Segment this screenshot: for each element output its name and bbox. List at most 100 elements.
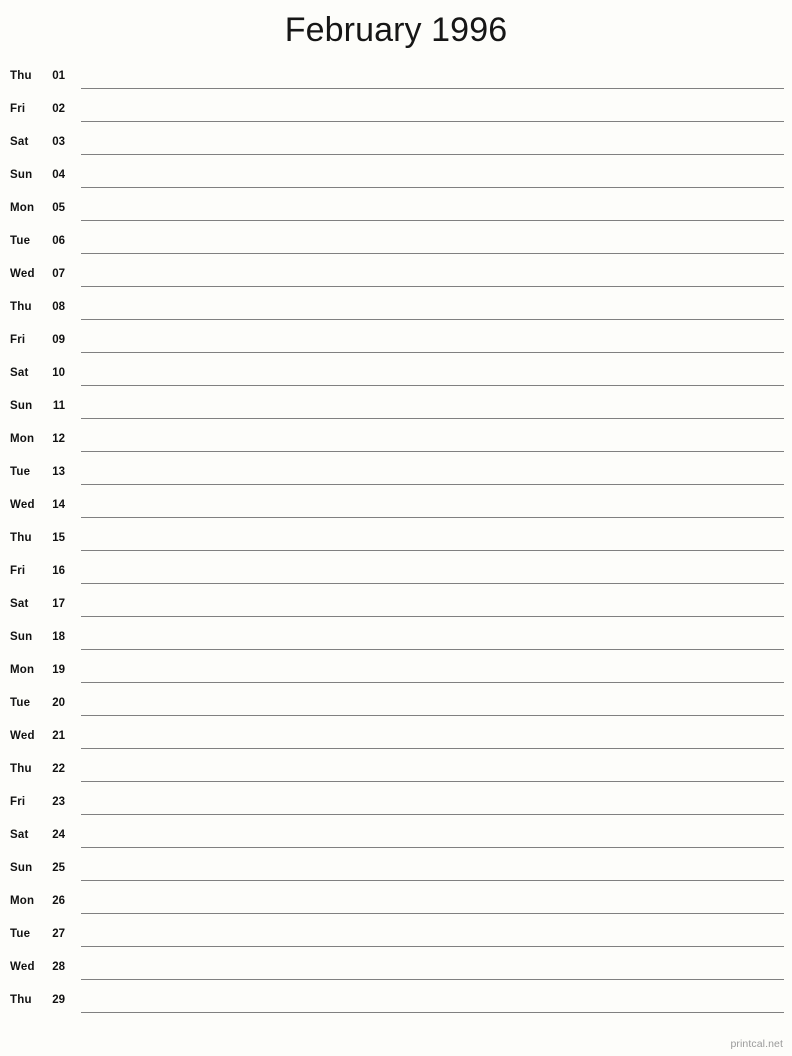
date-number: 08 xyxy=(52,301,65,313)
day-row: Sun 25 xyxy=(0,853,792,886)
day-row: Thu 01 xyxy=(0,61,792,94)
writing-rule-line xyxy=(81,847,784,848)
weekday-label: Thu xyxy=(10,301,32,313)
weekday-label: Mon xyxy=(10,664,35,676)
date-number: 11 xyxy=(52,400,65,412)
writing-rule-line xyxy=(81,682,784,683)
writing-rule-line xyxy=(81,1012,784,1013)
calendar-page: February 1996 Thu 01 Fri 02 Sat 03 Sun 04 Mon 05 T… xyxy=(0,0,792,1056)
weekday-label: Mon xyxy=(10,895,35,907)
weekday-label: Wed xyxy=(10,268,35,280)
date-number: 02 xyxy=(52,103,65,115)
date-number: 20 xyxy=(52,697,65,709)
writing-rule-line xyxy=(81,451,784,452)
date-number: 13 xyxy=(52,466,65,478)
writing-rule-line xyxy=(81,253,784,254)
writing-rule-line xyxy=(81,187,784,188)
writing-rule-line xyxy=(81,979,784,980)
weekday-label: Sat xyxy=(10,598,29,610)
date-number: 05 xyxy=(52,202,65,214)
weekday-label: Wed xyxy=(10,961,35,973)
writing-rule-line xyxy=(81,352,784,353)
weekday-label: Wed xyxy=(10,499,35,511)
date-number: 09 xyxy=(52,334,65,346)
writing-rule-line xyxy=(81,220,784,221)
date-number: 15 xyxy=(52,532,65,544)
writing-rule-line xyxy=(81,715,784,716)
day-row-list: Thu 01 Fri 02 Sat 03 Sun 04 Mon 05 Tue 06 Wed 07 Thu 08… xyxy=(0,61,792,1018)
date-number: 22 xyxy=(52,763,65,775)
writing-rule-line xyxy=(81,121,784,122)
day-row: Tue 20 xyxy=(0,688,792,721)
weekday-label: Fri xyxy=(10,796,26,808)
writing-rule-line xyxy=(81,649,784,650)
writing-rule-line xyxy=(81,814,784,815)
weekday-label: Fri xyxy=(10,334,26,346)
date-number: 07 xyxy=(52,268,65,280)
writing-rule-line xyxy=(81,550,784,551)
date-number: 19 xyxy=(52,664,65,676)
date-number: 26 xyxy=(52,895,65,907)
day-row: Fri 09 xyxy=(0,325,792,358)
date-number: 18 xyxy=(52,631,65,643)
day-row: Fri 16 xyxy=(0,556,792,589)
weekday-label: Tue xyxy=(10,928,31,940)
day-row: Sat 10 xyxy=(0,358,792,391)
date-number: 25 xyxy=(52,862,65,874)
date-number: 04 xyxy=(52,169,65,181)
weekday-label: Sun xyxy=(10,862,33,874)
date-number: 06 xyxy=(52,235,65,247)
date-number: 24 xyxy=(52,829,65,841)
day-row: Mon 05 xyxy=(0,193,792,226)
date-number: 29 xyxy=(52,994,65,1006)
weekday-label: Sun xyxy=(10,631,33,643)
writing-rule-line xyxy=(81,946,784,947)
writing-rule-line xyxy=(81,154,784,155)
weekday-label: Thu xyxy=(10,70,32,82)
writing-rule-line xyxy=(81,781,784,782)
weekday-label: Mon xyxy=(10,433,35,445)
weekday-label: Wed xyxy=(10,730,35,742)
day-row: Tue 06 xyxy=(0,226,792,259)
date-number: 14 xyxy=(52,499,65,511)
day-row: Thu 08 xyxy=(0,292,792,325)
day-row: Thu 22 xyxy=(0,754,792,787)
day-row: Wed 21 xyxy=(0,721,792,754)
day-row: Wed 07 xyxy=(0,259,792,292)
writing-rule-line xyxy=(81,319,784,320)
date-number: 12 xyxy=(52,433,65,445)
day-row: Tue 27 xyxy=(0,919,792,952)
weekday-label: Tue xyxy=(10,466,31,478)
day-row: Fri 23 xyxy=(0,787,792,820)
weekday-label: Fri xyxy=(10,565,26,577)
weekday-label: Sat xyxy=(10,829,29,841)
day-row: Sun 11 xyxy=(0,391,792,424)
weekday-label: Thu xyxy=(10,994,32,1006)
writing-rule-line xyxy=(81,517,784,518)
date-number: 27 xyxy=(52,928,65,940)
weekday-label: Tue xyxy=(10,697,31,709)
date-number: 28 xyxy=(52,961,65,973)
weekday-label: Sat xyxy=(10,367,29,379)
date-number: 17 xyxy=(52,598,65,610)
day-row: Mon 26 xyxy=(0,886,792,919)
weekday-label: Tue xyxy=(10,235,31,247)
writing-rule-line xyxy=(81,583,784,584)
day-row: Sat 03 xyxy=(0,127,792,160)
page-title: February 1996 xyxy=(284,11,508,49)
writing-rule-line xyxy=(81,484,784,485)
date-number: 03 xyxy=(52,136,65,148)
writing-rule-line xyxy=(81,88,784,89)
writing-rule-line xyxy=(81,616,784,617)
day-row: Tue 13 xyxy=(0,457,792,490)
writing-rule-line xyxy=(81,385,784,386)
writing-rule-line xyxy=(81,913,784,914)
day-row: Sun 18 xyxy=(0,622,792,655)
day-row: Thu 15 xyxy=(0,523,792,556)
watermark-printcal: printcal.net xyxy=(730,1038,783,1050)
date-number: 01 xyxy=(52,70,65,82)
writing-rule-line xyxy=(81,880,784,881)
day-row: Sun 04 xyxy=(0,160,792,193)
date-number: 23 xyxy=(52,796,65,808)
writing-rule-line xyxy=(81,286,784,287)
